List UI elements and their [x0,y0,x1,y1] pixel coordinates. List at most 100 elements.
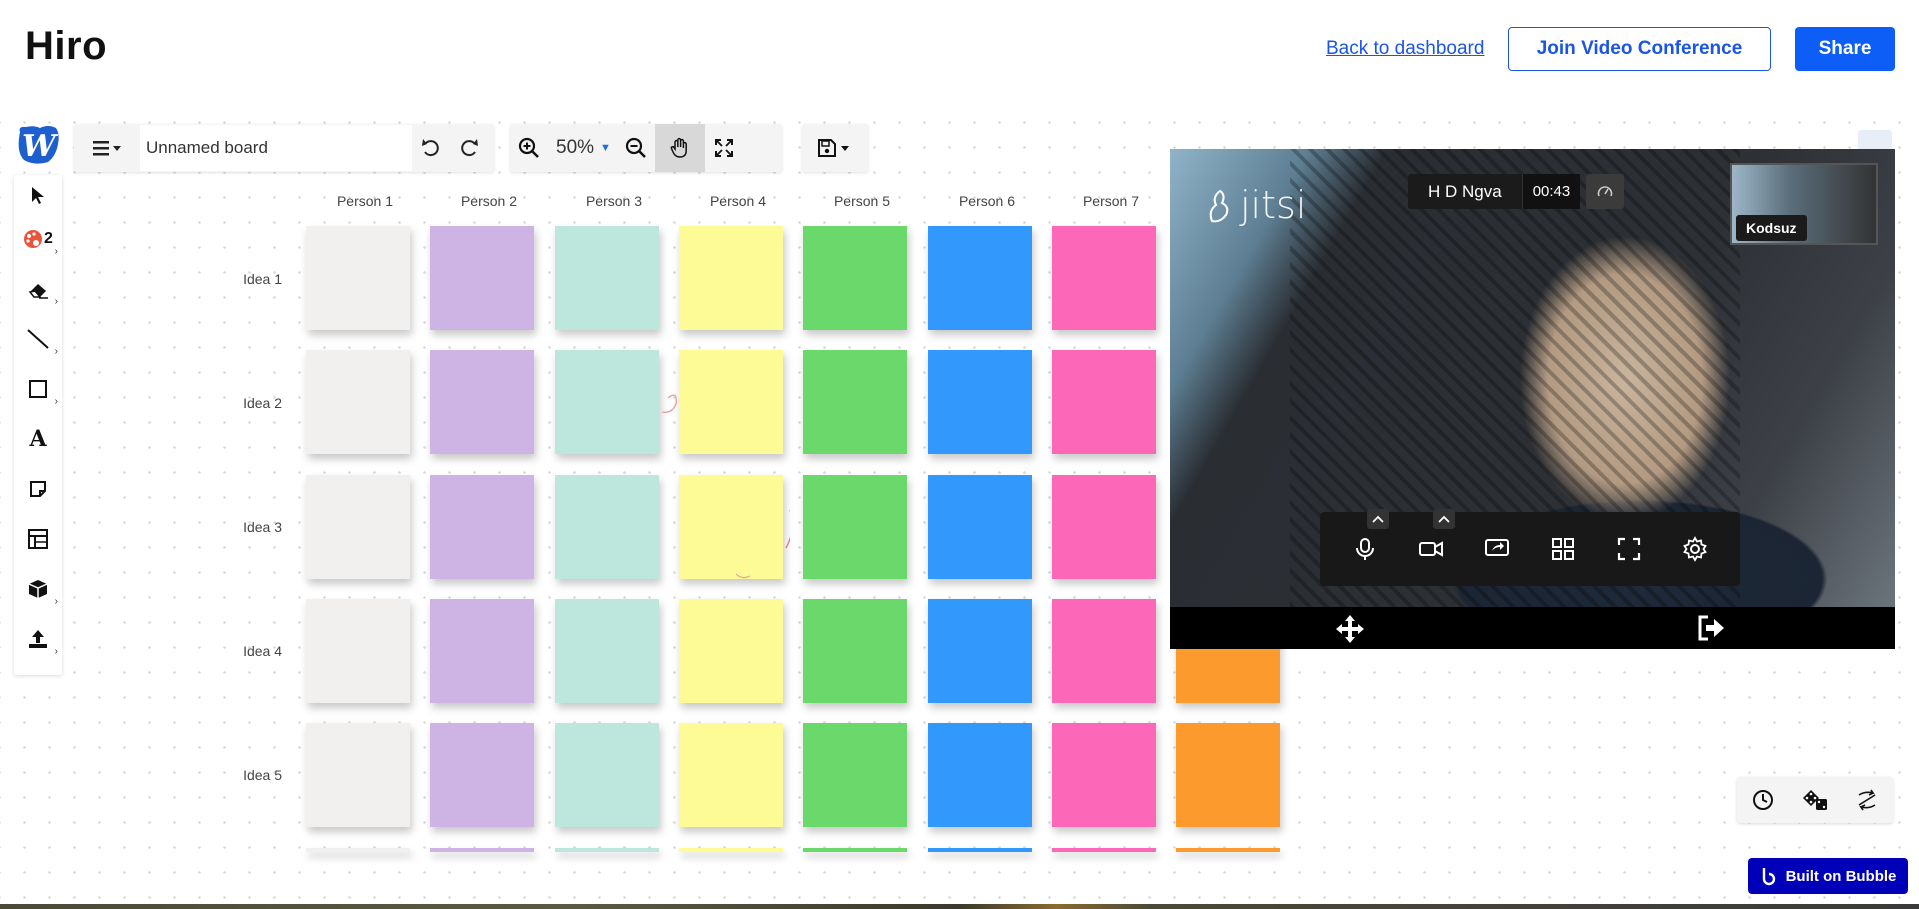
zoom-select[interactable]: 50% ▼ [548,137,617,159]
chevron-right-icon: › [54,296,58,307]
sticky-note[interactable] [306,723,410,827]
fit-screen-button[interactable] [705,124,743,172]
sticky-note[interactable] [430,350,534,454]
camera-button[interactable] [1409,509,1455,571]
sticky-note[interactable] [928,723,1032,827]
sticky-note[interactable] [928,848,1032,852]
sticky-note[interactable] [1052,226,1156,330]
sticky-note[interactable] [430,226,534,330]
rectangle-icon [29,380,47,398]
menu-icon [93,141,121,156]
row-header: Idea 5 [243,767,282,783]
sticky-note[interactable] [430,848,534,852]
sticky-note-tool[interactable] [14,469,62,509]
sticky-note[interactable] [679,723,783,827]
sticky-note[interactable] [306,848,410,852]
sticky-note[interactable] [1052,475,1156,579]
sticky-note[interactable] [928,226,1032,330]
microphone-icon [1356,538,1374,560]
text-tool[interactable]: A [14,419,62,459]
row-header: Idea 4 [243,643,282,659]
sticky-note[interactable] [803,599,907,703]
zoom-in-button[interactable] [510,124,548,172]
hand-icon [670,137,687,158]
pan-button[interactable] [654,124,705,172]
color-tool[interactable]: 2 › [14,219,62,259]
microphone-button[interactable] [1343,509,1389,571]
move-handle[interactable] [1334,613,1366,645]
select-tool[interactable] [14,175,62,215]
sticky-note[interactable] [1052,599,1156,703]
sticky-note[interactable] [803,226,907,330]
row-header: Idea 1 [243,271,282,287]
back-to-dashboard-link[interactable]: Back to dashboard [1326,38,1484,60]
sticky-note[interactable] [1052,848,1156,852]
fullscreen-button[interactable] [1607,527,1651,571]
settings-button[interactable] [1673,527,1717,571]
built-on-bubble-badge[interactable]: Built on Bubble [1748,858,1908,894]
chevron-up-icon[interactable] [1367,509,1389,529]
share-button[interactable]: Share [1795,27,1895,71]
sticky-note[interactable] [306,350,410,454]
sticky-note[interactable] [1176,848,1280,852]
extra-tools [1737,777,1893,823]
sticky-note[interactable] [1052,350,1156,454]
column-header: Person 7 [1082,193,1140,209]
leave-call-button[interactable] [1696,613,1728,645]
dice-button[interactable] [1793,778,1837,822]
sticky-note[interactable] [679,848,783,852]
line-tool[interactable]: › [14,319,62,359]
sticky-note[interactable] [928,475,1032,579]
connection-indicator[interactable] [1586,174,1624,209]
jitsi-mark-icon [1209,189,1229,223]
sticky-note[interactable] [679,226,783,330]
sticky-note[interactable] [306,226,410,330]
eraser-tool[interactable]: › [14,269,62,309]
sticky-note[interactable] [1176,723,1280,827]
object-tool[interactable]: › [14,569,62,609]
app-logo: W [14,122,62,166]
sticky-note[interactable] [679,599,783,703]
sticky-note[interactable] [928,350,1032,454]
redo-button[interactable] [450,124,488,172]
menu-button[interactable] [74,124,140,172]
join-video-conference-button[interactable]: Join Video Conference [1508,27,1771,71]
board-name-input[interactable] [140,125,412,171]
sticky-note[interactable] [803,475,907,579]
sticky-note[interactable] [555,599,659,703]
sticky-note[interactable] [430,723,534,827]
participant-thumbnail[interactable]: Kodsuz [1730,163,1878,245]
screen-share-icon [1485,539,1509,556]
row-header: Idea 3 [243,519,282,535]
upload-tool[interactable]: › [14,619,62,659]
zoom-value: 50% [556,137,595,158]
sticky-note[interactable] [1052,723,1156,827]
sticky-note[interactable] [430,475,534,579]
sticky-note[interactable] [555,848,659,852]
thumbnail-name: Kodsuz [1736,215,1807,241]
sticky-note[interactable] [555,226,659,330]
drawing-toolbar: 2 › › › › A › › [14,175,62,675]
sticky-note[interactable] [306,475,410,579]
sticky-note[interactable] [306,599,410,703]
save-menu-button[interactable] [805,124,865,172]
template-tool[interactable] [14,519,62,559]
sticky-note[interactable] [555,475,659,579]
undo-button[interactable] [412,124,450,172]
sticky-note[interactable] [803,723,907,827]
camera-icon [1419,541,1443,557]
sticky-note[interactable] [430,599,534,703]
undo-icon [422,139,439,157]
chevron-up-icon[interactable] [1433,509,1455,529]
sticky-note[interactable] [555,350,659,454]
screen-share-button[interactable] [1475,527,1519,571]
zoom-out-button[interactable] [617,124,655,172]
sticky-note[interactable] [803,350,907,454]
shuffle-button[interactable] [1845,778,1889,822]
sticky-note[interactable] [555,723,659,827]
sticky-note[interactable] [928,599,1032,703]
shape-tool[interactable]: › [14,369,62,409]
tile-view-button[interactable] [1541,527,1585,571]
sticky-note[interactable] [803,848,907,852]
timer-button[interactable] [1741,778,1785,822]
